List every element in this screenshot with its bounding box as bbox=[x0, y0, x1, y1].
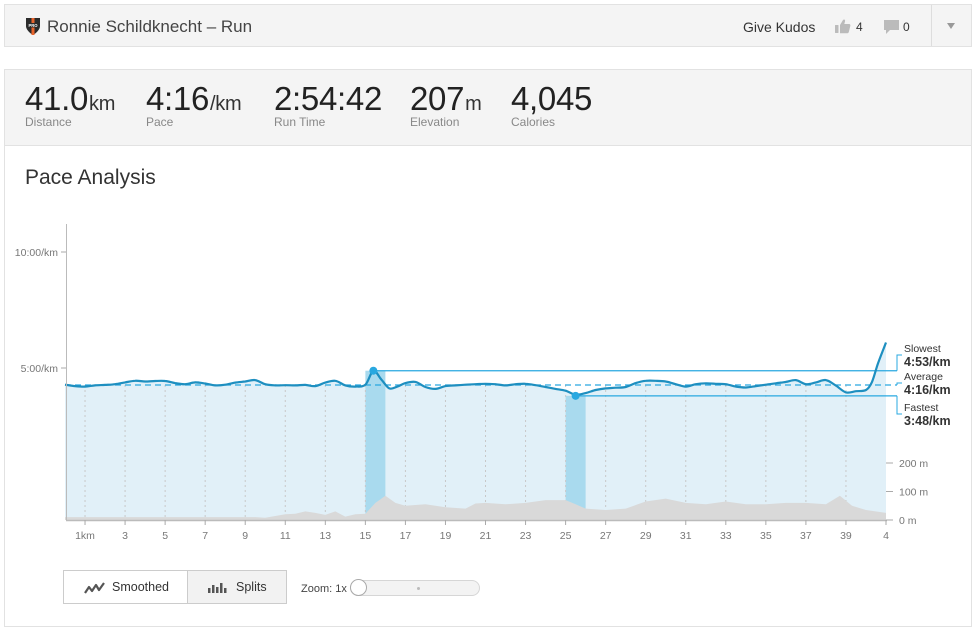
x-tick-label: 25 bbox=[560, 530, 572, 542]
annotation-label: Slowest bbox=[904, 343, 941, 355]
slider-midpoint bbox=[417, 587, 420, 590]
x-tick-label: 27 bbox=[600, 530, 612, 542]
pace-area bbox=[65, 342, 886, 520]
x-tick-label: 35 bbox=[760, 530, 772, 542]
smoothed-label: Smoothed bbox=[112, 580, 169, 594]
y-tick-label: 10:00/km bbox=[15, 247, 58, 259]
zoom-slider-handle[interactable] bbox=[350, 579, 367, 596]
x-tick-label: 37 bbox=[800, 530, 812, 542]
annotation-value: 4:53/km bbox=[904, 355, 951, 369]
x-tick-label: 11 bbox=[280, 530, 291, 542]
annotation-bracket bbox=[896, 354, 902, 371]
x-tick-label: 39 bbox=[840, 530, 852, 542]
x-tick-label: 15 bbox=[360, 530, 372, 542]
zoom-slider[interactable] bbox=[350, 579, 480, 596]
y-tick-label: 5:00/km bbox=[21, 363, 59, 375]
x-tick-label: 33 bbox=[720, 530, 732, 542]
x-tick-label: 19 bbox=[440, 530, 452, 542]
x-tick-label: 9 bbox=[242, 530, 248, 542]
x-tick-label: 5 bbox=[162, 530, 168, 542]
highlighted-split-bar bbox=[365, 370, 386, 520]
x-tick-label: 7 bbox=[202, 530, 208, 542]
x-tick-label: 29 bbox=[640, 530, 652, 542]
x-tick-label: 13 bbox=[319, 530, 331, 542]
x-tick-label: 21 bbox=[480, 530, 492, 542]
splits-label: Splits bbox=[236, 580, 267, 594]
annotation-bracket bbox=[896, 382, 902, 386]
x-tick-label: 17 bbox=[400, 530, 412, 542]
smoothed-toggle-button[interactable]: Smoothed bbox=[63, 570, 188, 604]
x-tick-label: 4 bbox=[883, 530, 889, 542]
line-chart-icon bbox=[84, 582, 105, 594]
pace-chart[interactable]: 10:00/km5:00/km1km 3 5 7 9 11 13 15 17 19 21 23 25 27… bbox=[0, 0, 977, 632]
splits-toggle-button[interactable]: Splits bbox=[187, 570, 287, 604]
x-tick-label: 1km bbox=[75, 530, 95, 542]
x-tick-label: 3 bbox=[122, 530, 128, 542]
x-tick-label: 31 bbox=[680, 530, 692, 542]
elevation-tick-label: 0 m bbox=[899, 515, 917, 527]
x-tick-label: 23 bbox=[520, 530, 532, 542]
annotation-bracket bbox=[896, 395, 902, 415]
annotation-value: 4:16/km bbox=[904, 383, 951, 397]
bar-chart-icon bbox=[208, 583, 227, 593]
elevation-tick-label: 100 m bbox=[899, 487, 928, 499]
annotation-label: Fastest bbox=[904, 402, 939, 414]
elevation-tick-label: 200 m bbox=[899, 458, 928, 470]
fastest-marker bbox=[571, 391, 580, 400]
zoom-label: Zoom: 1x bbox=[301, 583, 347, 595]
slowest-marker bbox=[369, 366, 378, 375]
annotation-value: 3:48/km bbox=[904, 414, 951, 428]
annotation-label: Average bbox=[904, 371, 943, 383]
